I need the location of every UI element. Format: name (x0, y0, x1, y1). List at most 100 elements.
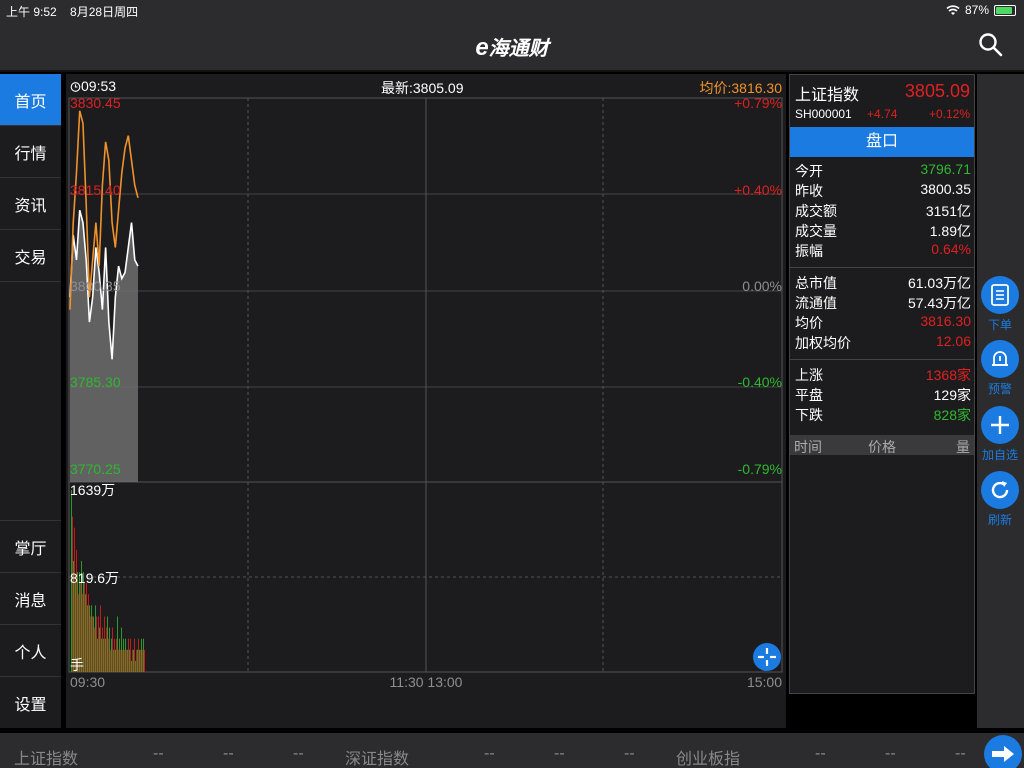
sidebar-item-bottom_items-0[interactable]: 掌厅 (0, 520, 61, 572)
quote-value: 1.89亿 (929, 223, 971, 239)
ticker-cy-pct: -- (955, 745, 966, 762)
sidebar-item-items-2[interactable]: 资讯 (0, 178, 61, 230)
quote-value: 3151亿 (925, 203, 971, 219)
chart-latest-price: 最新:3805.09 (381, 80, 464, 96)
intraday-chart[interactable]: 3830.453815.403800.353785.303770.25+0.79… (66, 74, 786, 728)
refresh-button[interactable]: 刷新 (979, 471, 1021, 528)
volume-bar (131, 660, 132, 672)
quote-panel: 上证指数 3805.09 SH000001 +4.74 +0.12% 盘口 今开… (789, 74, 975, 694)
quote-label: 成交量 (795, 223, 837, 239)
index-change: +4.74 (867, 107, 898, 121)
volume-bar (95, 605, 96, 672)
status-bar: 上午 9:52 8月28日周四 87% (0, 0, 1024, 20)
volume-bar (125, 638, 126, 672)
quote-value: 3816.30 (920, 313, 971, 329)
ticker-sz-value: -- (484, 745, 495, 762)
index-name: 上证指数 (795, 87, 860, 104)
col-price: 价格 (868, 439, 896, 455)
sidebar-item-bottom_items-3[interactable]: 设置 (0, 676, 61, 728)
clock-icon (70, 82, 81, 92)
volume-bar (85, 594, 86, 672)
quote-value: 129家 (933, 387, 971, 403)
sidebar-item-bottom_items-1[interactable]: 消息 (0, 572, 61, 624)
sidebar-item-items-0[interactable]: 首页 (0, 74, 61, 126)
quote-row: 下跌 828家 (795, 405, 971, 425)
volume-bar (116, 638, 117, 672)
time-axis-label: 15:00 (747, 674, 782, 690)
quote-value: 12.06 (935, 333, 971, 349)
volume-bar (128, 638, 129, 672)
volume-bar (126, 649, 127, 672)
quote-value: 3800.35 (920, 181, 971, 197)
quote-value: 57.43万亿 (907, 295, 971, 311)
volume-bar (121, 627, 122, 672)
quote-row: 总市值 61.03万亿 (795, 273, 971, 293)
quote-value: 828家 (933, 407, 971, 423)
volume-bar (102, 627, 103, 672)
battery-icon (994, 4, 1016, 16)
volume-bar (132, 649, 133, 672)
volume-bar (130, 638, 131, 672)
order-button[interactable]: 下单 (979, 276, 1021, 333)
volume-bar (106, 627, 107, 672)
order-icon (991, 284, 1009, 306)
quote-row: 平盘 129家 (795, 385, 971, 405)
volume-bar (90, 616, 91, 672)
quote-label: 成交额 (795, 203, 837, 219)
volume-bar (120, 649, 121, 672)
search-icon[interactable] (978, 32, 1004, 58)
volume-bar (72, 516, 73, 672)
quote-label: 均价 (795, 315, 823, 331)
quote-label: 加权均价 (795, 335, 851, 351)
quote-row: 上涨 1368家 (795, 365, 971, 385)
volume-bar (143, 638, 144, 672)
sidebar: 首页 行情 资讯 交易 掌厅 消息 个人 设置 (0, 74, 61, 728)
ticker-cy-change: -- (885, 745, 896, 762)
volume-bar (86, 583, 87, 672)
quote-label: 上涨 (795, 367, 823, 383)
index-ticker-bar[interactable]: 上证指数 -- -- -- 深证指数 -- -- -- 创业板指 -- -- -… (0, 733, 1024, 768)
volume-bar (127, 649, 128, 672)
wifi-icon (946, 4, 960, 15)
volume-bar (114, 638, 115, 672)
col-qty: 量 (956, 439, 970, 455)
app-logo: e海通财 (475, 34, 549, 61)
volume-bar (111, 638, 112, 672)
alert-button[interactable]: 预警 (979, 340, 1021, 397)
volume-bar (92, 616, 93, 672)
quote-label: 下跌 (795, 407, 823, 423)
sidebar-item-items-1[interactable]: 行情 (0, 126, 61, 178)
quote-label: 平盘 (795, 387, 823, 403)
quote-row: 加权均价 12.06 (795, 333, 971, 353)
volume-bar (123, 638, 124, 672)
add-watchlist-button[interactable]: 加自选 (979, 406, 1021, 463)
volume-axis-label: 1639万 (70, 482, 115, 498)
chart-time: 09:53 (70, 78, 116, 94)
intraday-chart-panel[interactable]: 3830.45 3815.40 3800.35 3785.30 3770.25 +0.79… (66, 74, 786, 728)
col-time: 时间 (794, 439, 822, 455)
quote-label: 昨收 (795, 183, 823, 199)
plus-icon (991, 416, 1009, 434)
volume-bar (112, 627, 113, 672)
ticker-sz-change: -- (554, 745, 565, 762)
volume-bar (139, 649, 140, 672)
volume-bar (109, 627, 110, 672)
price-axis-label: 3785.30 (70, 374, 121, 390)
sidebar-item-bottom_items-2[interactable]: 个人 (0, 624, 61, 676)
volume-bar (118, 649, 119, 672)
volume-bar (110, 649, 111, 672)
tab-order-book[interactable]: 盘口 (790, 127, 974, 157)
ticker-sh-pct: -- (293, 745, 304, 762)
top-nav-bar: e海通财 (0, 20, 1024, 72)
volume-bar (101, 638, 102, 672)
quote-label: 总市值 (795, 275, 837, 291)
trade-table-header: 时间 价格 量 (790, 435, 974, 455)
quote-row: 成交额 3151亿 (795, 201, 971, 221)
price-axis-label: 3770.25 (70, 461, 121, 477)
sidebar-item-items-3[interactable]: 交易 (0, 230, 61, 282)
volume-bar (74, 527, 75, 672)
fullscreen-toggle-icon[interactable] (753, 643, 781, 671)
volume-bar (113, 649, 114, 672)
ticker-next-button[interactable] (984, 735, 1022, 768)
volume-bar (140, 649, 141, 672)
